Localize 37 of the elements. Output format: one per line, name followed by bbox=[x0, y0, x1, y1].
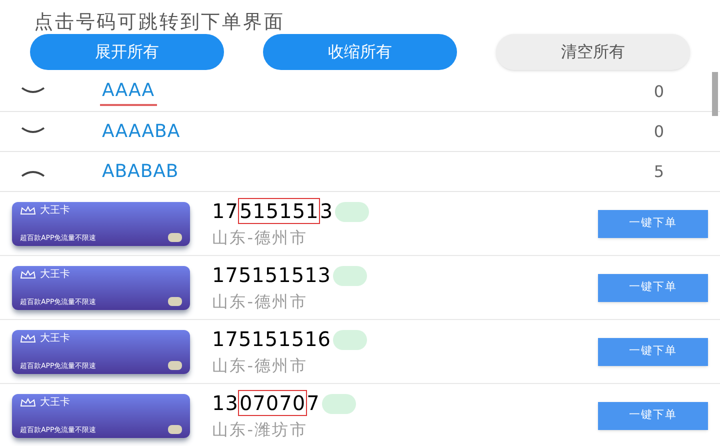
location-text: 山东-潍坊市 bbox=[212, 420, 308, 440]
chip-icon bbox=[168, 296, 182, 306]
group-name[interactable]: ABABAB bbox=[100, 158, 181, 185]
group-count: 0 bbox=[654, 120, 664, 142]
crown-icon bbox=[20, 270, 36, 279]
phone-number[interactable]: 175151516 bbox=[212, 327, 332, 352]
order-button[interactable]: 一键下单 bbox=[598, 210, 708, 238]
chip-icon bbox=[168, 360, 182, 370]
card-title: 大王卡 bbox=[40, 334, 70, 344]
order-button[interactable]: 一键下单 bbox=[598, 274, 708, 302]
chip-icon bbox=[168, 232, 182, 242]
card-title: 大王卡 bbox=[40, 398, 70, 408]
chip-icon bbox=[168, 424, 182, 434]
card-title: 大王卡 bbox=[40, 206, 70, 216]
location-text: 山东-德州市 bbox=[212, 228, 308, 248]
action-button[interactable]: 清空所有 bbox=[496, 34, 690, 70]
group-count: 5 bbox=[654, 160, 664, 182]
blur-mark bbox=[333, 330, 368, 350]
crown-icon bbox=[20, 206, 36, 215]
crown-icon bbox=[20, 398, 36, 407]
phone-number[interactable]: 175151513 bbox=[212, 263, 332, 288]
group-name[interactable]: AAAA bbox=[100, 77, 157, 106]
action-button[interactable]: 收缩所有 bbox=[263, 34, 457, 70]
blur-mark bbox=[335, 202, 370, 222]
order-button[interactable]: 一键下单 bbox=[598, 402, 708, 430]
card-title: 大王卡 bbox=[40, 270, 70, 280]
location-text: 山东-德州市 bbox=[212, 292, 308, 312]
page-title: 点击号码可跳转到下单界面 bbox=[34, 11, 285, 33]
blur-mark bbox=[322, 394, 356, 414]
crown-icon bbox=[20, 334, 36, 343]
blur-mark bbox=[333, 266, 368, 286]
group-name[interactable]: AAAABA bbox=[100, 118, 182, 145]
order-button[interactable]: 一键下单 bbox=[598, 338, 708, 366]
scrollbar-thumb[interactable] bbox=[712, 72, 718, 116]
action-button[interactable]: 展开所有 bbox=[30, 34, 224, 70]
location-text: 山东-德州市 bbox=[212, 356, 308, 376]
group-count: 0 bbox=[654, 80, 664, 102]
